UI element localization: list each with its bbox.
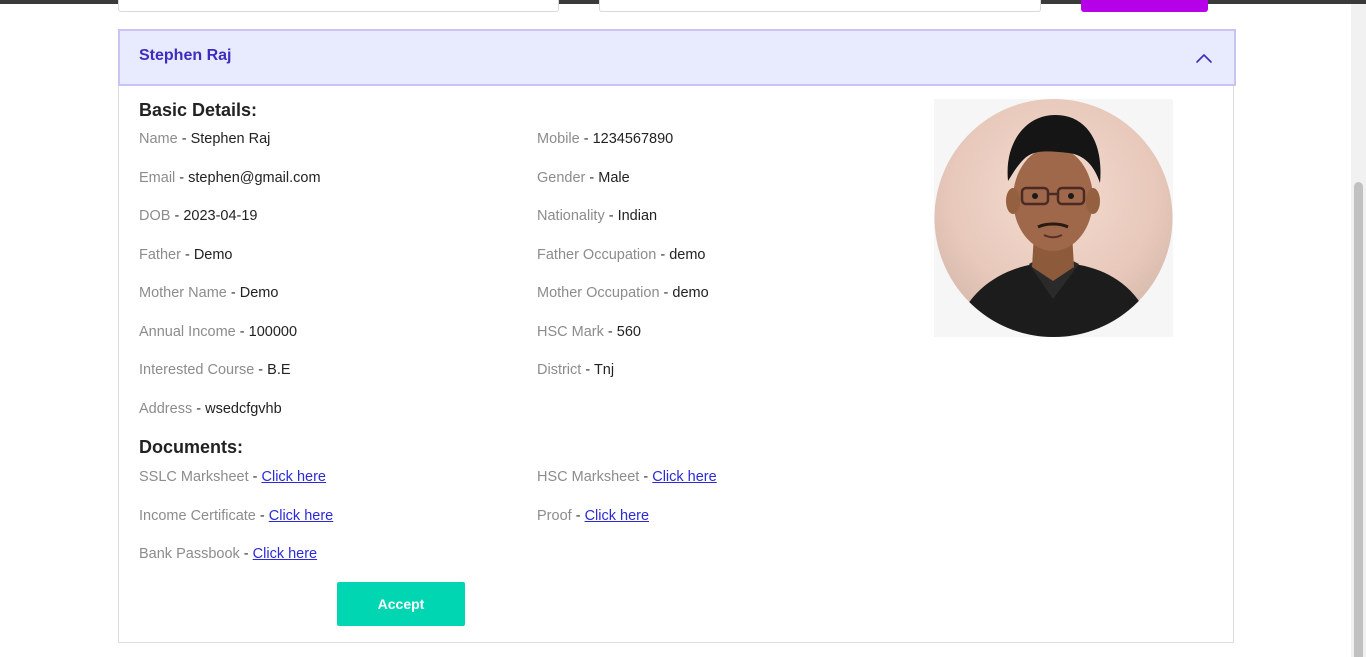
field-label: HSC Mark	[537, 324, 604, 340]
field-value: Indian	[617, 208, 658, 224]
field-value: stephen@gmail.com	[188, 170, 321, 186]
accordion-header[interactable]: Stephen Raj	[118, 29, 1236, 86]
field-value: Male	[598, 170, 630, 186]
field-value: 1234567890	[592, 131, 674, 147]
field-value: 560	[616, 324, 641, 340]
field-interested-course: Interested Course - B.E	[139, 362, 291, 378]
field-label: Address	[139, 401, 193, 417]
field-value: Demo	[193, 247, 233, 263]
doc-bank-passbook: Bank Passbook - Click here	[139, 546, 318, 562]
doc-sslc-marksheet: SSLC Marksheet - Click here	[139, 469, 326, 485]
field-label: Nationality	[537, 208, 605, 224]
doc-link[interactable]: Click here	[262, 469, 326, 485]
field-value: 100000	[248, 324, 298, 340]
avatar-image	[934, 99, 1173, 337]
doc-label: Proof	[537, 508, 572, 524]
applicant-photo	[934, 99, 1173, 337]
field-annual-income: Annual Income - 100000	[139, 324, 298, 340]
documents-heading: Documents:	[139, 437, 244, 457]
field-value: Tnj	[593, 362, 615, 378]
field-label: Mobile	[537, 131, 580, 147]
field-gender: Gender - Male	[537, 170, 630, 186]
doc-label: HSC Marksheet	[537, 469, 640, 485]
doc-link[interactable]: Click here	[652, 469, 716, 485]
field-label: Annual Income	[139, 324, 236, 340]
filter-input-2[interactable]	[599, 0, 1041, 12]
field-father-occupation: Father Occupation - demo	[537, 247, 706, 263]
field-label: Father	[139, 247, 181, 263]
field-label: Interested Course	[139, 362, 255, 378]
field-value: B.E	[267, 362, 291, 378]
field-email: Email - stephen@gmail.com	[139, 170, 321, 186]
filter-input-1[interactable]	[118, 0, 559, 12]
doc-income-certificate: Income Certificate - Click here	[139, 508, 334, 524]
applicant-accordion: Stephen Raj Basic Details: Name - Stephe…	[118, 29, 1236, 643]
doc-label: SSLC Marksheet	[139, 469, 249, 485]
doc-proof: Proof - Click here	[537, 508, 650, 524]
field-label: Email	[139, 170, 176, 186]
field-label: Gender	[537, 170, 586, 186]
basic-details-heading: Basic Details:	[139, 100, 258, 120]
field-value: Demo	[239, 285, 279, 301]
doc-link[interactable]: Click here	[269, 508, 333, 524]
field-label: District	[537, 362, 582, 378]
doc-label: Income Certificate	[139, 508, 256, 524]
chevron-up-icon[interactable]	[1194, 48, 1214, 68]
field-mobile: Mobile - 1234567890	[537, 131, 674, 147]
doc-label: Bank Passbook	[139, 546, 240, 562]
field-label: Mother Name	[139, 285, 227, 301]
field-address: Address - wsedcfgvhb	[139, 401, 282, 417]
field-district: District - Tnj	[537, 362, 615, 378]
field-name: Name - Stephen Raj	[139, 131, 271, 147]
filter-submit-button[interactable]	[1081, 0, 1208, 12]
field-value: wsedcfgvhb	[205, 401, 282, 417]
doc-link[interactable]: Click here	[585, 508, 649, 524]
applicant-name-title: Stephen Raj	[139, 47, 232, 64]
accept-button[interactable]: Accept	[337, 582, 465, 626]
field-value: 2023-04-19	[183, 208, 258, 224]
field-value: demo	[669, 247, 706, 263]
field-dob: DOB - 2023-04-19	[139, 208, 258, 224]
field-value: demo	[672, 285, 709, 301]
field-nationality: Nationality - Indian	[537, 208, 658, 224]
field-label: Father Occupation	[537, 247, 657, 263]
scrollbar-thumb[interactable]	[1354, 182, 1363, 657]
field-mother-occupation: Mother Occupation - demo	[537, 285, 709, 301]
field-label: DOB	[139, 208, 171, 224]
field-label: Name	[139, 131, 178, 147]
field-label: Mother Occupation	[537, 285, 660, 301]
field-value: Stephen Raj	[190, 131, 271, 147]
field-father: Father - Demo	[139, 247, 233, 263]
field-hsc-mark: HSC Mark - 560	[537, 324, 641, 340]
doc-hsc-marksheet: HSC Marksheet - Click here	[537, 469, 717, 485]
field-mother-name: Mother Name - Demo	[139, 285, 279, 301]
doc-link[interactable]: Click here	[253, 546, 317, 562]
page-scrollbar[interactable]	[1351, 4, 1366, 657]
